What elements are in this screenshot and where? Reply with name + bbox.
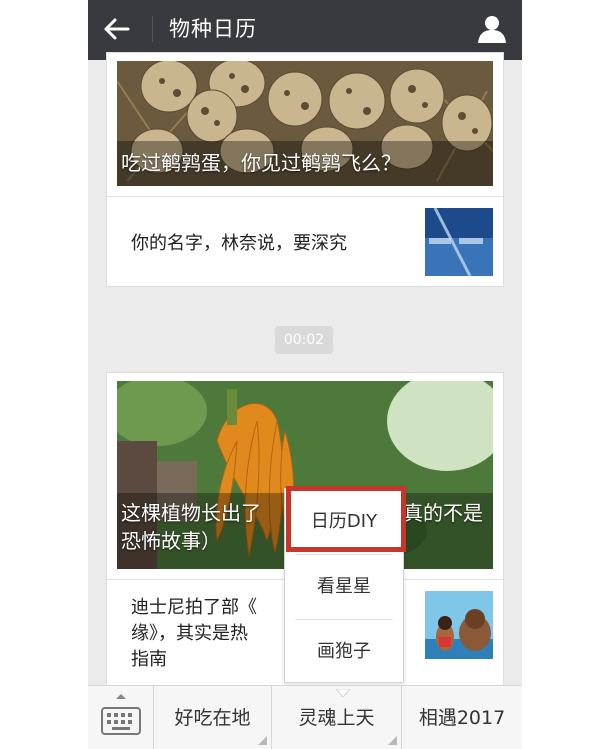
submenu-item-stargazing[interactable]: 看星星 [285,554,403,619]
menu-button-food[interactable]: 好吃在地 [154,686,272,749]
bottom-menu-bar: 好吃在地 灵魂上天 相遇2017 [88,685,522,749]
highlight-box [286,486,406,552]
person-icon[interactable] [476,13,508,45]
quail-eggs-image: 吃过鹌鹑蛋，你见过鹌鹑飞么？ [117,61,493,186]
menu-button-label: 灵魂上天 [298,707,375,729]
article-thumbnail [425,591,493,659]
keyboard-icon[interactable] [88,686,154,749]
article-title-line2: 恐怖故事） [121,529,221,553]
article-row-text: 你的名字，林奈说，要深究 [131,233,347,254]
arrow-left-icon[interactable] [102,14,132,44]
article-row-line3: 指南 [131,649,167,670]
message-timestamp: 00:02 [275,326,333,354]
phone-screen: 物种日历 吃过鹌鹑蛋，你见过鹌鹑飞么？ 你的名字，林奈说，要深究 00:02 这… [88,0,522,749]
card-divider [107,196,505,197]
header-divider [152,16,153,42]
article-title-line1-tail: 真的不是 [403,501,483,525]
app-header: 物种日历 [88,0,522,60]
article-row-line1: 迪士尼拍了部《 [131,597,257,618]
menu-button-label: 相遇2017 [418,707,506,729]
submenu-indicator-icon [258,736,267,745]
submenu-item-draw-roe-deer[interactable]: 画狍子 [285,619,403,684]
article-row-line2: 缘》，其实是热 [131,623,248,644]
article-thumbnail [425,208,493,276]
page-title: 物种日历 [169,17,257,41]
popup-pointer [334,682,352,698]
article-title: 吃过鹌鹑蛋，你见过鹌鹑飞么？ [121,151,401,175]
article-title-line1: 这棵植物长出了 [121,501,261,525]
menu-button-meet-2017[interactable]: 相遇2017 [402,686,522,749]
submenu-indicator-icon [388,736,397,745]
menu-button-label: 好吃在地 [174,707,251,729]
article-card-1[interactable]: 吃过鹌鹑蛋，你见过鹌鹑飞么？ 你的名字，林奈说，要深究 [106,52,505,287]
